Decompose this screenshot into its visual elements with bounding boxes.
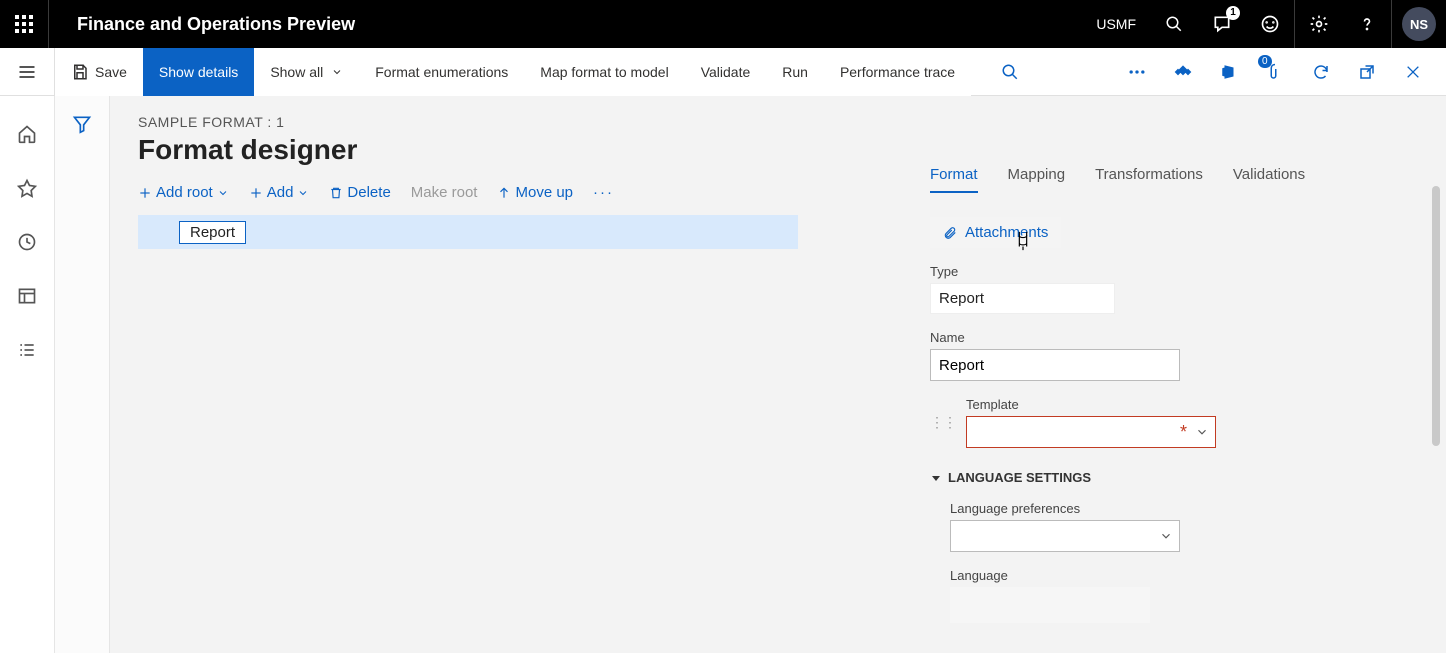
refresh-icon[interactable] xyxy=(1302,53,1340,91)
tab-mapping[interactable]: Mapping xyxy=(1008,166,1066,193)
attachments-badge: 0 xyxy=(1258,55,1272,68)
app-launcher-button[interactable] xyxy=(0,0,48,48)
name-label: Name xyxy=(930,330,1370,345)
make-root-label: Make root xyxy=(411,184,478,201)
tab-validations[interactable]: Validations xyxy=(1233,166,1305,193)
show-all-button[interactable]: Show all xyxy=(254,48,359,96)
messages-icon[interactable]: 1 xyxy=(1198,0,1246,48)
paperclip-icon xyxy=(943,226,957,240)
modules-icon[interactable] xyxy=(9,332,45,368)
details-tabs: Format Mapping Transformations Validatio… xyxy=(930,166,1370,193)
details-pane: Format Mapping Transformations Validatio… xyxy=(930,166,1370,623)
required-star-icon: * xyxy=(1180,427,1187,437)
performance-trace-button[interactable]: Performance trace xyxy=(824,48,971,96)
chevron-down-icon xyxy=(1195,425,1209,439)
filter-icon[interactable] xyxy=(72,114,92,653)
filter-rail xyxy=(55,96,110,653)
tree-node-label: Report xyxy=(179,221,246,244)
perf-trace-label: Performance trace xyxy=(840,64,955,80)
home-icon[interactable] xyxy=(9,116,45,152)
template-select[interactable]: * xyxy=(966,416,1216,448)
validate-label: Validate xyxy=(701,64,751,80)
office-icon[interactable] xyxy=(1210,53,1248,91)
attachments-count-icon[interactable]: 0 xyxy=(1256,53,1294,91)
language-settings-header[interactable]: LANGUAGE SETTINGS xyxy=(930,470,1370,485)
help-icon[interactable] xyxy=(1343,0,1391,48)
language-value xyxy=(950,587,1150,623)
recent-icon[interactable] xyxy=(9,224,45,260)
map-format-label: Map format to model xyxy=(540,64,668,80)
add-root-label: Add root xyxy=(156,184,213,201)
tab-format[interactable]: Format xyxy=(930,166,978,193)
add-button[interactable]: Add xyxy=(249,184,310,201)
global-topbar: Finance and Operations Preview USMF 1 NS xyxy=(0,0,1446,48)
caret-down-icon xyxy=(930,472,942,484)
app-title: Finance and Operations Preview xyxy=(49,14,355,35)
format-enum-label: Format enumerations xyxy=(375,64,508,80)
show-details-button[interactable]: Show details xyxy=(143,48,254,96)
delete-label: Delete xyxy=(347,184,390,201)
company-label[interactable]: USMF xyxy=(1082,0,1150,48)
add-root-button[interactable]: Add root xyxy=(138,184,229,201)
tab-transformations[interactable]: Transformations xyxy=(1095,166,1203,193)
type-value: Report xyxy=(930,283,1115,314)
add-label: Add xyxy=(267,184,294,201)
move-up-button[interactable]: Move up xyxy=(497,184,573,201)
divider xyxy=(1391,0,1392,48)
workspaces-icon[interactable] xyxy=(9,278,45,314)
drag-handle-icon[interactable]: ⋮⋮ xyxy=(930,414,956,431)
format-enumerations-button[interactable]: Format enumerations xyxy=(359,48,524,96)
validate-button[interactable]: Validate xyxy=(685,48,767,96)
action-search-icon[interactable] xyxy=(991,53,1029,91)
search-icon[interactable] xyxy=(1150,0,1198,48)
save-label: Save xyxy=(95,64,127,80)
name-field[interactable] xyxy=(930,349,1180,381)
tree-overflow-icon[interactable]: ··· xyxy=(593,184,614,201)
make-root-button: Make root xyxy=(411,184,478,201)
show-all-label: Show all xyxy=(270,64,323,80)
action-bar: Save Show details Show all Format enumer… xyxy=(0,48,1446,96)
nav-toggle-button[interactable] xyxy=(0,48,55,96)
connector-icon[interactable] xyxy=(1164,53,1202,91)
attachments-button[interactable]: Attachments xyxy=(930,217,1061,248)
language-pref-label: Language preferences xyxy=(950,501,1370,516)
map-format-button[interactable]: Map format to model xyxy=(524,48,684,96)
workspace: SAMPLE FORMAT : 1 Format designer Add ro… xyxy=(0,96,1446,653)
language-label: Language xyxy=(950,568,1370,583)
delete-button[interactable]: Delete xyxy=(329,184,390,201)
type-label: Type xyxy=(930,264,1370,279)
format-tree: Report xyxy=(138,215,798,249)
nav-rail xyxy=(0,96,55,653)
tree-row-selected[interactable]: Report xyxy=(138,215,798,249)
language-settings-label: LANGUAGE SETTINGS xyxy=(948,470,1091,485)
template-label: Template xyxy=(966,397,1370,412)
save-button[interactable]: Save xyxy=(55,48,143,96)
breadcrumb: SAMPLE FORMAT : 1 xyxy=(138,114,1418,130)
page-title: Format designer xyxy=(138,134,1418,166)
close-icon[interactable] xyxy=(1394,53,1432,91)
run-button[interactable]: Run xyxy=(766,48,824,96)
move-up-label: Move up xyxy=(515,184,573,201)
main-content: SAMPLE FORMAT : 1 Format designer Add ro… xyxy=(110,96,1446,653)
favorites-icon[interactable] xyxy=(9,170,45,206)
chevron-down-icon xyxy=(1159,529,1173,543)
user-avatar[interactable]: NS xyxy=(1402,7,1436,41)
show-details-label: Show details xyxy=(159,64,238,80)
overflow-menu-icon[interactable] xyxy=(1118,53,1156,91)
run-label: Run xyxy=(782,64,808,80)
language-pref-select[interactable] xyxy=(950,520,1180,552)
messages-badge: 1 xyxy=(1226,6,1240,20)
scrollbar-thumb[interactable] xyxy=(1432,186,1440,446)
attachments-label: Attachments xyxy=(965,224,1048,241)
popout-icon[interactable] xyxy=(1348,53,1386,91)
feedback-icon[interactable] xyxy=(1246,0,1294,48)
settings-icon[interactable] xyxy=(1295,0,1343,48)
